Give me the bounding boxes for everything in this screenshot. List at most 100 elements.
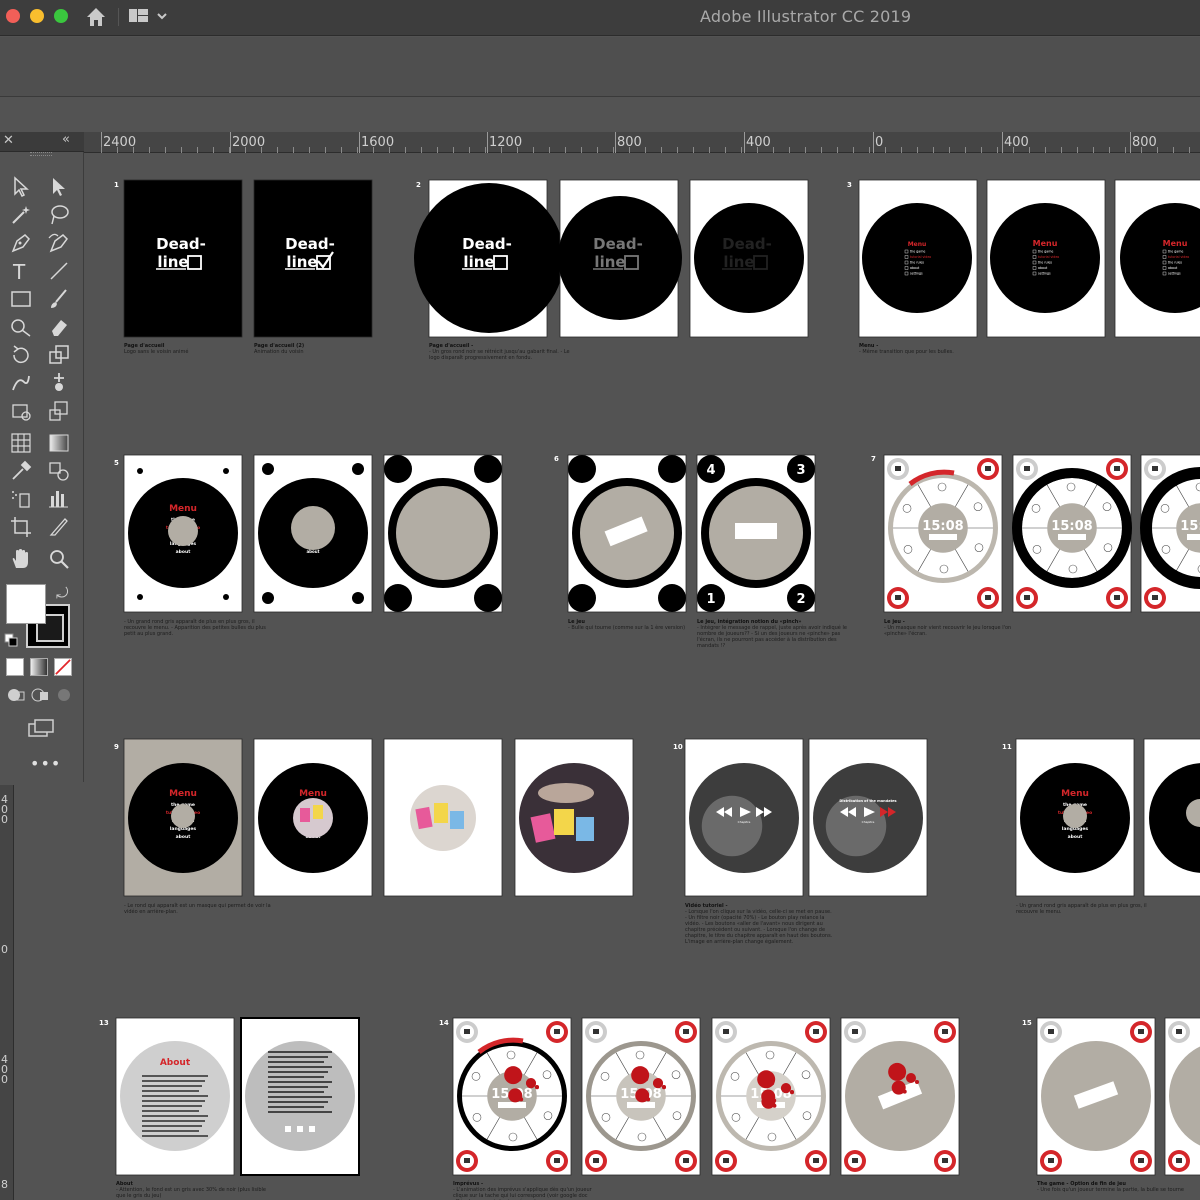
shaper-tool-icon[interactable] (8, 314, 34, 340)
about-line (142, 1115, 208, 1117)
close-window-button[interactable] (6, 9, 20, 23)
magic-wand-tool-icon[interactable] (8, 202, 34, 228)
rectangle-tool-icon[interactable] (8, 286, 34, 312)
artboard-video-mask-1: Menuthe gametutorial videothe ruleslangu… (123, 738, 243, 897)
artboard-incident-3: 15:08 (711, 1017, 831, 1176)
artboard-tool-icon[interactable] (8, 514, 34, 540)
splat-drop (534, 1085, 539, 1090)
artboards-layer: 1Dead-lineDead-line2Dead-lineDead-lineDe… (99, 179, 1200, 1176)
color-mode-button[interactable] (6, 658, 24, 676)
splat-drop (772, 1098, 777, 1103)
rotate-tool-icon[interactable] (8, 342, 34, 368)
small-bubble (223, 468, 229, 474)
timer-text: 15:08 (922, 519, 963, 534)
change-screen-mode-icon[interactable] (28, 718, 54, 738)
splat (525, 1078, 536, 1089)
ruler-label: 400 (1, 1053, 8, 1086)
slice-tool-icon[interactable] (46, 514, 72, 540)
player-icon (464, 1158, 470, 1163)
artboard-number: 2 (416, 181, 421, 189)
ruler-label: 0 (875, 135, 884, 150)
player-icon (852, 1158, 858, 1163)
edit-toolbar-icon[interactable]: ••• (30, 754, 61, 773)
player-number: 2 (796, 592, 805, 607)
selection-tool-icon[interactable] (8, 174, 34, 200)
player-icon (942, 1158, 948, 1163)
paintbrush-tool-icon[interactable] (46, 286, 72, 312)
player-number: 1 (706, 592, 715, 607)
fill-color-swatch[interactable] (6, 584, 46, 624)
about-line (142, 1105, 202, 1107)
note-body: - Le rond qui apparaît est un masque qui… (124, 903, 271, 915)
artboard-number: 13 (99, 1019, 109, 1027)
swap-fill-stroke-icon[interactable]: ⤾ (56, 584, 69, 602)
scale-tool-icon[interactable] (46, 342, 72, 368)
about-line (142, 1085, 202, 1087)
artboard-video-mask-3 (383, 738, 503, 897)
document-canvas[interactable]: 1 Dead-line Dead-line 2 Dead-line Dead-line De… (84, 153, 1200, 1200)
draw-behind-icon[interactable] (30, 686, 50, 704)
warp-tool-icon[interactable] (8, 370, 34, 396)
pen-tool-icon[interactable] (8, 230, 34, 256)
video-hand (538, 783, 594, 803)
artboard-note: Imprévus -- L'animation des imprévus s'a… (453, 1181, 603, 1200)
eyedropper-tool-icon[interactable] (8, 458, 34, 484)
close-panel-icon[interactable]: ✕ (3, 133, 14, 148)
curvature-tool-icon[interactable] (46, 230, 72, 256)
artboard-number: 15 (1022, 1019, 1032, 1027)
corner-bubble (568, 455, 596, 483)
collapse-panel-icon[interactable]: « (62, 132, 70, 147)
note-body: - Un masque noir vient recouvrir le jeu … (884, 625, 1012, 637)
home-icon[interactable] (84, 5, 108, 29)
zoom-tool-icon[interactable] (46, 546, 72, 572)
free-transform-tool-icon[interactable] (8, 398, 34, 424)
grey-bubble (291, 506, 335, 550)
type-tool-icon[interactable]: T (8, 258, 34, 284)
about-line (142, 1075, 208, 1077)
lasso-tool-icon[interactable] (46, 202, 72, 228)
artboard-mask-3: 15:08 (1140, 454, 1200, 613)
artboard-incident-1: 15:08 (452, 1017, 572, 1176)
note-body: - Bulle qui tourne (comme sur la 1 ère v… (568, 625, 686, 631)
gradient-tool-icon[interactable] (46, 430, 72, 456)
hand-tool-icon[interactable] (8, 546, 34, 572)
splat-drop (517, 1077, 522, 1082)
symbol-sprayer-tool-icon[interactable] (8, 486, 34, 512)
player-icon (554, 1029, 560, 1034)
note-body: - Un grand rond gris apparaît de plus en… (1016, 903, 1147, 915)
splat-drop (772, 1103, 777, 1108)
perspective-grid-tool-icon[interactable] (8, 430, 34, 456)
player-icon (895, 595, 901, 600)
puppet-warp-tool-icon[interactable] (46, 370, 72, 396)
small-bubble (137, 594, 143, 600)
artboard-game-2: about (253, 454, 373, 613)
about-line (142, 1130, 199, 1132)
blend-tool-icon[interactable] (46, 458, 72, 484)
draw-inside-icon[interactable] (54, 686, 74, 704)
artboard-end-1 (1036, 1017, 1156, 1176)
direct-selection-tool-icon[interactable] (46, 174, 72, 200)
maximize-window-button[interactable] (54, 9, 68, 23)
splat-drop (644, 1077, 649, 1082)
draw-normal-icon[interactable] (6, 686, 26, 704)
column-graph-tool-icon[interactable] (46, 486, 72, 512)
player-icon (593, 1029, 599, 1034)
video-card (576, 817, 594, 841)
workspace-switcher-icon[interactable] (128, 6, 170, 26)
line-segment-tool-icon[interactable] (46, 258, 72, 284)
minimize-window-button[interactable] (30, 9, 44, 23)
about-line (268, 1081, 332, 1083)
gradient-mode-button[interactable] (30, 658, 48, 676)
vertical-ruler[interactable]: 400 0 400 8 (0, 785, 14, 1200)
none-mode-button[interactable] (54, 658, 72, 676)
shape-builder-tool-icon[interactable] (46, 398, 72, 424)
eraser-tool-icon[interactable] (46, 314, 72, 340)
horizontal-ruler[interactable]: 2400 2000 1600 1200 800 400 0 400 800 (84, 132, 1200, 153)
menu-item: about (910, 266, 920, 270)
default-fill-stroke-icon[interactable] (4, 632, 18, 647)
player-icon (1114, 595, 1120, 600)
player-icon (1176, 1029, 1182, 1034)
panel-grip[interactable] (30, 152, 52, 156)
note-body: - Attention, le fond est un gris avec 30… (116, 1187, 266, 1199)
corner-bubble (658, 584, 686, 612)
